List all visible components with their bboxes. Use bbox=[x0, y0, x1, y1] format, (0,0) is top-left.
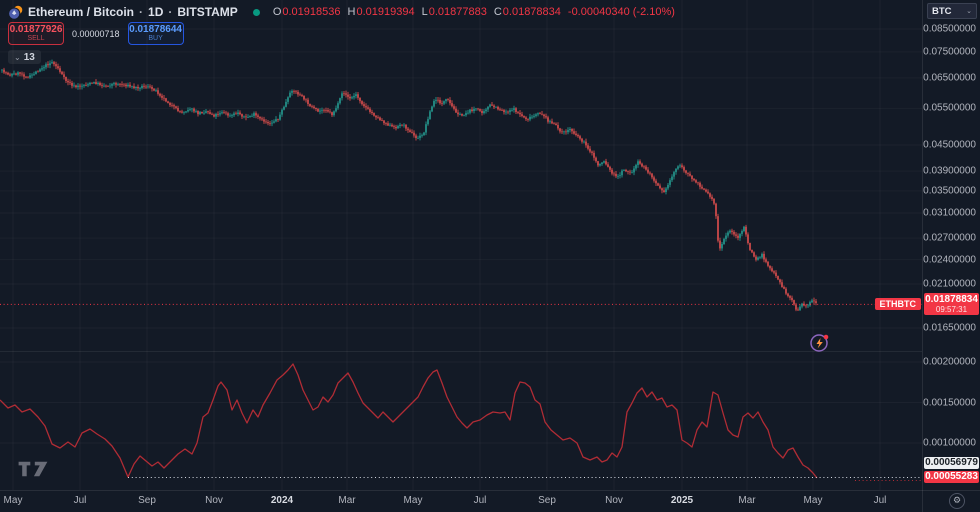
legend-collapse-toggle[interactable]: ⌄ 13 bbox=[8, 50, 41, 64]
time-tick-label: Nov bbox=[205, 495, 223, 506]
axis-settings-button[interactable]: ⚙ bbox=[949, 493, 965, 509]
price-tick-label: 0.03500000 bbox=[923, 185, 976, 196]
chart-canvas[interactable] bbox=[0, 0, 980, 512]
high-value: 0.01919394 bbox=[356, 6, 414, 18]
time-tick-label: Sep bbox=[538, 495, 556, 506]
last-price-axis-label: 0.01878834 09:57:31 bbox=[924, 293, 979, 315]
open-label: O bbox=[273, 6, 282, 18]
time-tick-label: Jul bbox=[74, 495, 87, 506]
time-tick-label: Mar bbox=[738, 495, 755, 506]
price-tick-label: 0.03100000 bbox=[923, 207, 976, 218]
hidden-items-count: 13 bbox=[24, 52, 35, 63]
close-label: C bbox=[494, 6, 502, 18]
time-tick-label: May bbox=[4, 495, 23, 506]
price-tick-label: 0.06500000 bbox=[923, 72, 976, 83]
chevron-down-icon: ⌄ bbox=[14, 53, 21, 62]
symbol-name[interactable]: Ethereum / Bitcoin bbox=[28, 5, 134, 19]
separator: · bbox=[168, 5, 172, 19]
separator: · bbox=[139, 5, 143, 19]
price-tick-label: 0.02400000 bbox=[923, 254, 976, 265]
price-axis[interactable]: BTC ⌄ 0.01878834 09:57:31 0.00056979 0.0… bbox=[923, 0, 980, 490]
low-value: 0.01877883 bbox=[429, 6, 487, 18]
time-tick-label: Nov bbox=[605, 495, 623, 506]
time-axis[interactable]: May Jul Sep Nov 2024 Mar May Jul Sep Nov 2025 Mar Ma… bbox=[0, 490, 980, 512]
exchange-name[interactable]: BITSTAMP bbox=[177, 5, 237, 19]
time-tick-label: Jul bbox=[474, 495, 487, 506]
tradingview-chart-app: Ethereum / Bitcoin · 1D · BITSTAMP O0.01… bbox=[0, 0, 980, 512]
price-tick-label: 0.00200000 bbox=[923, 357, 976, 368]
time-tick-label: Jul bbox=[874, 495, 887, 506]
sell-price: 0.01877926 bbox=[10, 25, 63, 36]
chevron-down-icon: ⌄ bbox=[966, 7, 972, 15]
lightning-icon bbox=[817, 338, 823, 348]
symbol-legend: Ethereum / Bitcoin · 1D · BITSTAMP O0.01… bbox=[8, 4, 675, 20]
price-tick-label: 0.02100000 bbox=[923, 279, 976, 290]
low-label: L bbox=[422, 6, 428, 18]
time-tick-year-label: 2025 bbox=[671, 495, 693, 506]
price-tick-label: 0.08500000 bbox=[923, 24, 976, 35]
price-tick-label: 0.01650000 bbox=[923, 323, 976, 334]
ohlc-readout: O0.01918536 H0.01919394 L0.01877883 C0.0… bbox=[273, 6, 675, 18]
price-tick-label: 0.00150000 bbox=[923, 397, 976, 408]
pair-logo-icon bbox=[8, 5, 23, 20]
price-tick-label: 0.02700000 bbox=[923, 233, 976, 244]
close-value: 0.01878834 bbox=[503, 6, 561, 18]
indicator-value-label: 0.00056979 bbox=[924, 457, 979, 469]
trade-widget: 0.01877926 SELL 0.00000718 0.01878644 BU… bbox=[8, 22, 184, 45]
last-price-value: 0.01878834 bbox=[924, 294, 979, 305]
notification-dot-icon bbox=[824, 335, 829, 340]
time-tick-label: Mar bbox=[338, 495, 355, 506]
buy-label: BUY bbox=[148, 35, 162, 42]
high-label: H bbox=[348, 6, 356, 18]
price-tick-label: 0.03900000 bbox=[923, 166, 976, 177]
time-tick-label: May bbox=[804, 495, 823, 506]
spark-lightning-button[interactable] bbox=[808, 331, 832, 355]
axis-unit-button[interactable]: BTC ⌄ bbox=[927, 3, 977, 19]
market-open-dot-icon[interactable] bbox=[253, 9, 260, 16]
interval-button[interactable]: 1D bbox=[148, 5, 163, 19]
time-tick-label: Sep bbox=[138, 495, 156, 506]
price-line-symbol-tag: ETHBTC bbox=[875, 298, 922, 310]
spread-value: 0.00000718 bbox=[72, 29, 120, 39]
buy-price: 0.01878644 bbox=[129, 25, 182, 36]
time-tick-label: May bbox=[404, 495, 423, 506]
buy-button[interactable]: 0.01878644 BUY bbox=[128, 22, 184, 45]
indicator-last-value-label: 0.00055283 bbox=[924, 471, 979, 483]
sell-label: SELL bbox=[27, 35, 44, 42]
bar-countdown: 09:57:31 bbox=[924, 305, 979, 314]
gear-icon: ⚙ bbox=[953, 497, 961, 506]
price-tick-label: 0.04500000 bbox=[923, 140, 976, 151]
price-tick-label: 0.05500000 bbox=[923, 103, 976, 114]
tradingview-logo[interactable] bbox=[16, 460, 50, 478]
time-tick-year-label: 2024 bbox=[271, 495, 293, 506]
axis-unit-label: BTC bbox=[932, 6, 952, 17]
price-tick-label: 0.07500000 bbox=[923, 46, 976, 57]
change-value: -0.00040340 (-2.10%) bbox=[568, 6, 675, 18]
open-value: 0.01918536 bbox=[282, 6, 340, 18]
price-tick-label: 0.00100000 bbox=[923, 438, 976, 449]
sell-button[interactable]: 0.01877926 SELL bbox=[8, 22, 64, 45]
